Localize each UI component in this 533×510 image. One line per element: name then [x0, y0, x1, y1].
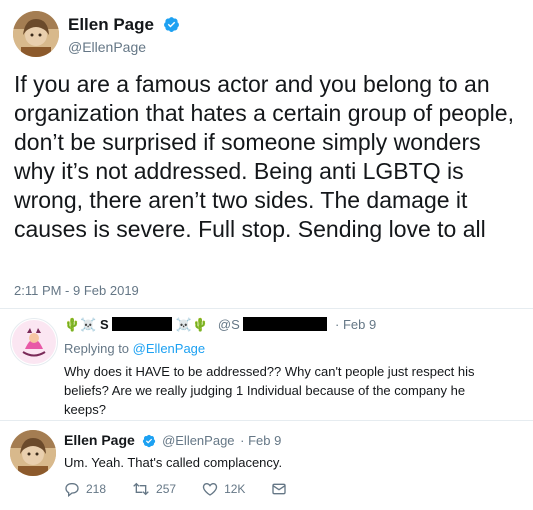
reply-count: 218 — [86, 482, 107, 496]
ellen-reply-text: Um. Yeah. That's called complacency. — [64, 455, 283, 470]
like-button[interactable]: 12K — [202, 481, 245, 497]
verified-badge-icon — [143, 434, 156, 448]
reply-header: 🌵☠️ S ☠️🌵 @S · Feb 9 — [64, 317, 376, 333]
heart-icon — [202, 482, 218, 496]
like-count: 12K — [224, 482, 246, 496]
ellen-reply-handle[interactable]: @EllenPage — [162, 433, 234, 448]
envelope-icon — [272, 483, 287, 495]
retweet-icon — [133, 482, 149, 496]
reply-handle-prefix: @S — [217, 317, 240, 332]
replying-to: Replying to @EllenPage — [64, 341, 205, 356]
reply-button[interactable]: 218 — [64, 481, 106, 497]
reply-icon — [65, 483, 79, 497]
ellen-reply-header: Ellen Page @EllenPage · Feb 9 — [64, 432, 281, 448]
cactus-skull-emoji-prefix: 🌵☠️ S — [64, 317, 109, 332]
divider — [0, 308, 533, 309]
reply-date[interactable]: · Feb 9 — [335, 317, 376, 332]
divider — [0, 420, 533, 421]
verified-badge-icon — [163, 17, 179, 32]
dm-button[interactable] — [271, 481, 293, 497]
tweet-text: If you are a famous actor and you belong… — [14, 71, 514, 242]
reply-author-name[interactable]: 🌵☠️ S ☠️🌵 — [64, 317, 212, 332]
reply-text: Why does it HAVE to be addressed?? Why c… — [64, 364, 475, 417]
ellen-reply-avatar[interactable] — [10, 430, 56, 476]
ellen-reply-name[interactable]: Ellen Page — [64, 432, 135, 448]
replying-to-link[interactable]: @EllenPage — [133, 341, 205, 356]
redacted-handle — [243, 317, 328, 331]
replying-label: Replying to — [64, 341, 130, 356]
author-avatar[interactable] — [13, 11, 59, 57]
author-name[interactable]: Ellen Page — [68, 15, 180, 35]
retweet-button[interactable]: 257 — [132, 481, 176, 497]
redacted-name — [112, 317, 173, 331]
reply-handle[interactable]: @S — [218, 317, 331, 332]
ellen-reply-date[interactable]: · Feb 9 — [240, 433, 281, 448]
reply-avatar[interactable] — [10, 318, 58, 366]
skull-cactus-emoji-suffix: ☠️🌵 — [175, 317, 209, 332]
author-handle[interactable]: @EllenPage — [68, 39, 146, 55]
tweet-actions: 218 257 12K — [64, 480, 319, 498]
author-name-text[interactable]: Ellen Page — [68, 15, 154, 34]
tweet-timestamp[interactable]: 2:11 PM - 9 Feb 2019 — [14, 283, 139, 298]
retweet-count: 257 — [156, 482, 177, 496]
